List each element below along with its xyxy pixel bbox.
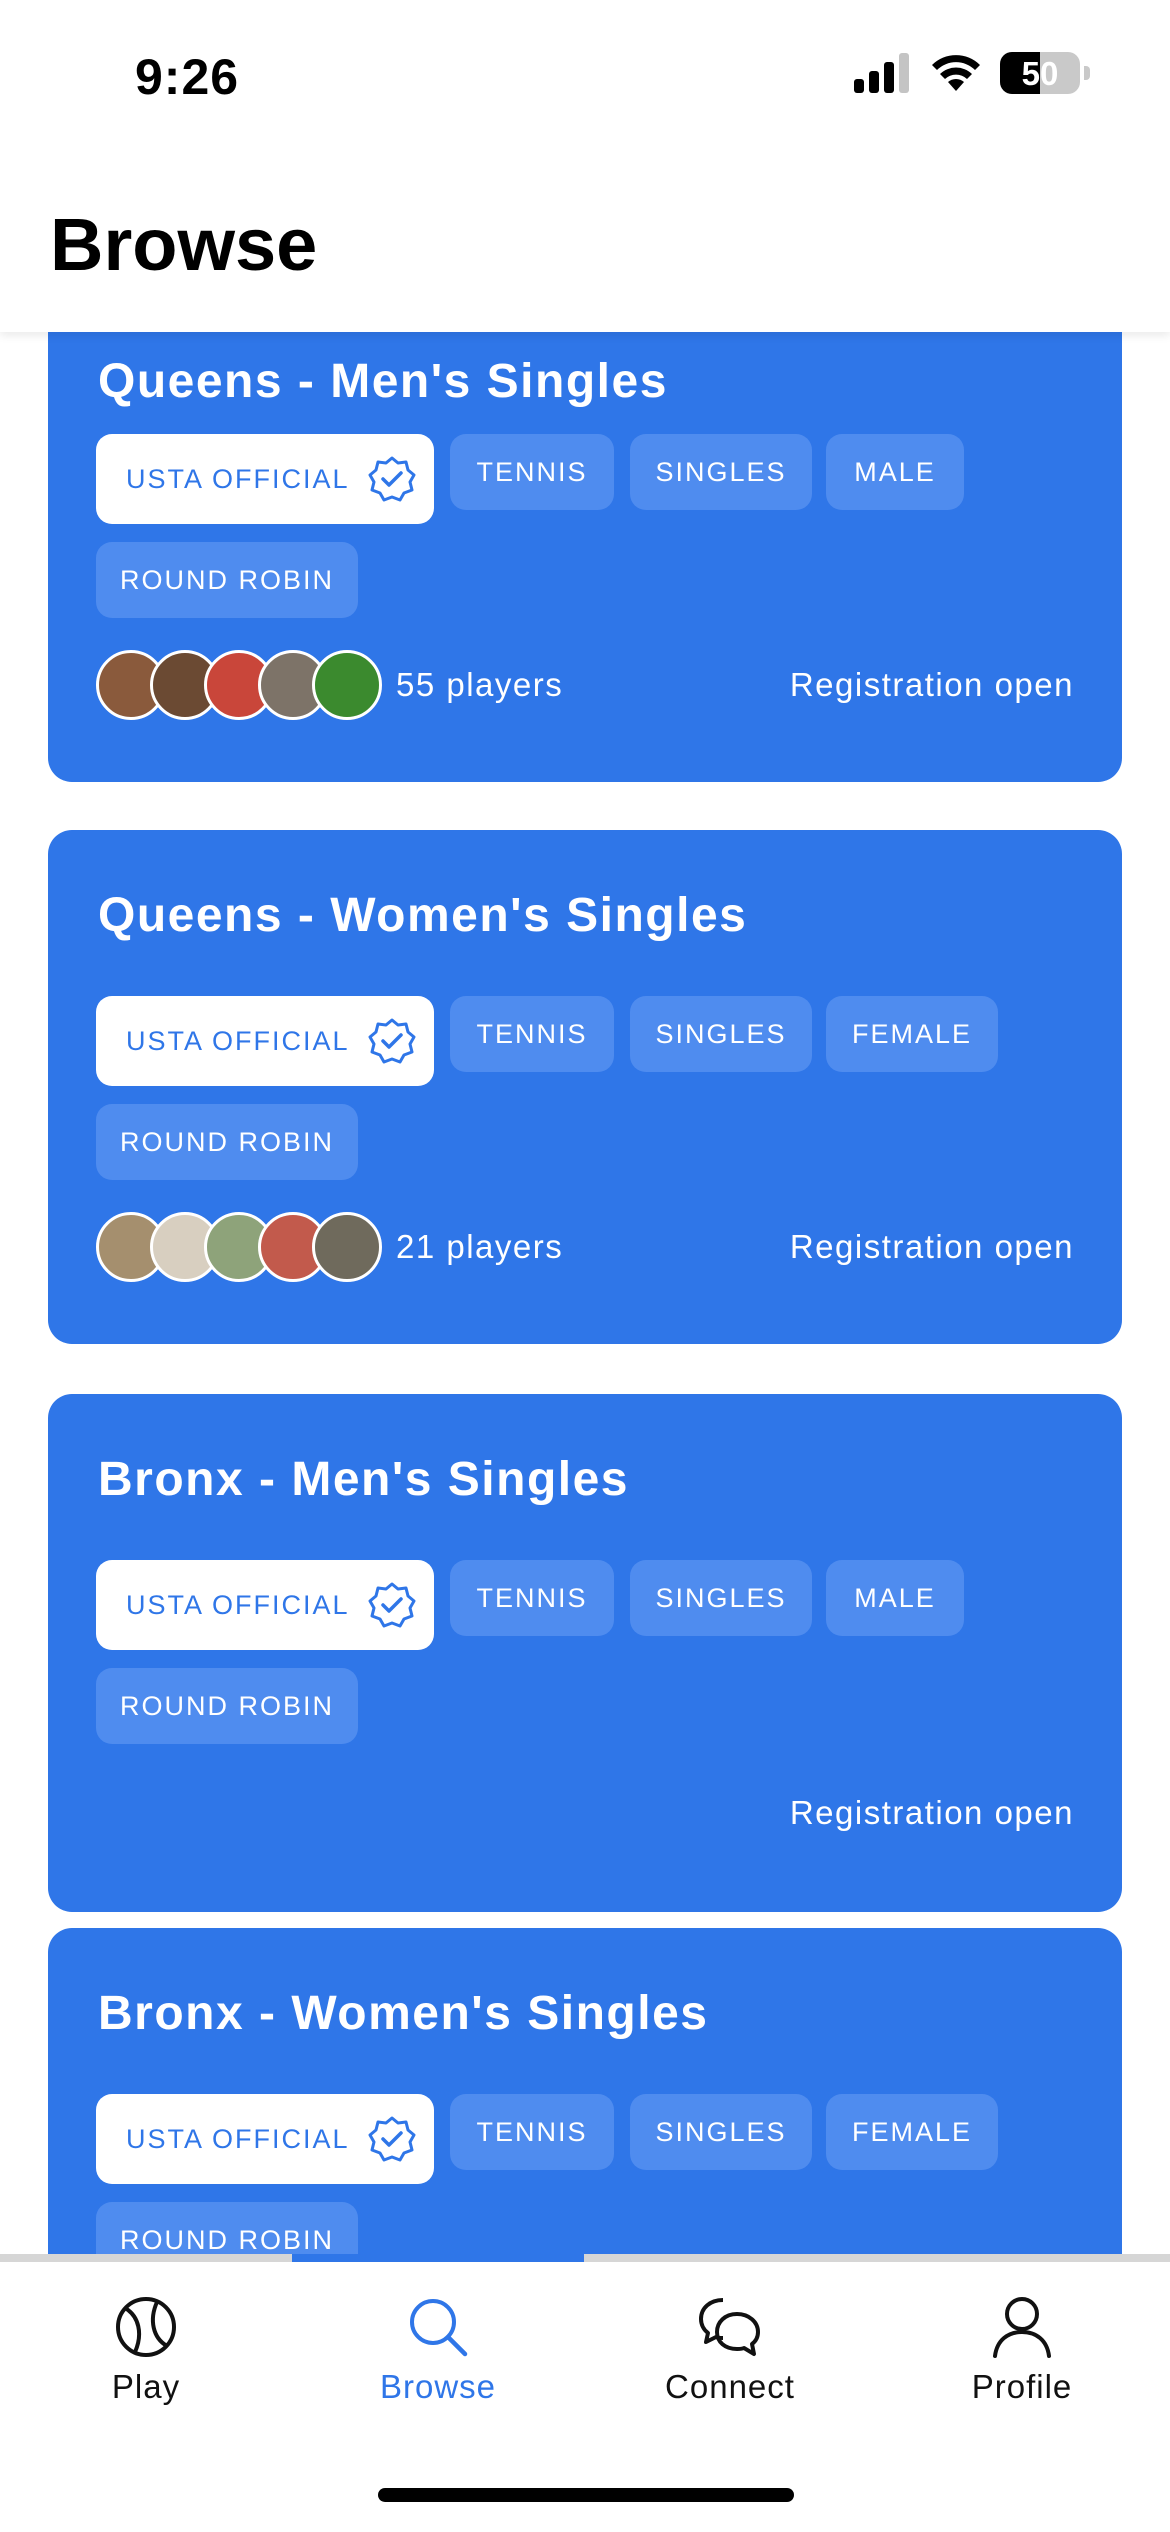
verified-badge-icon: [368, 456, 416, 502]
search-icon: [410, 2299, 468, 2357]
tag-sport: TENNIS: [450, 1560, 614, 1636]
tab-label: Play: [111, 2368, 181, 2405]
league-card[interactable]: Queens - Women's Singles USTA OFFICIAL T…: [48, 830, 1122, 1344]
tab-play[interactable]: Play: [0, 2294, 292, 2406]
tag-format: SINGLES: [630, 2094, 812, 2170]
league-title: Queens - Men's Singles: [98, 355, 668, 408]
tag-type: ROUND ROBIN: [96, 542, 358, 618]
league-title: Bronx - Men's Singles: [98, 1453, 629, 1506]
registration-status: Registration open: [789, 666, 1074, 703]
league-card[interactable]: Bronx - Women's Singles USTA OFFICIAL TE…: [48, 1928, 1122, 2254]
tag-sport: TENNIS: [450, 434, 614, 510]
players-count: 21 players: [396, 1228, 564, 1265]
browse-list[interactable]: Queens - Men's Singles USTA OFFICIAL TEN…: [0, 332, 1170, 2254]
verified-badge-icon: [368, 1582, 416, 1628]
wifi-icon: [932, 55, 980, 91]
status-bar: 9:26 50: [0, 0, 1170, 150]
tab-label: Browse: [379, 2368, 497, 2405]
tab-label: Profile: [971, 2368, 1073, 2405]
tab-browse[interactable]: Browse: [292, 2294, 584, 2406]
home-indicator[interactable]: [378, 2488, 794, 2502]
avatar: [312, 1212, 382, 1282]
cellular-signal-icon: [854, 53, 909, 93]
chat-bubbles-icon: [699, 2298, 760, 2356]
official-label: USTA OFFICIAL: [126, 1025, 350, 1056]
avatar: [312, 650, 382, 720]
league-title: Bronx - Women's Singles: [98, 1987, 709, 2040]
battery-level: 50: [1021, 55, 1059, 92]
verified-badge-icon: [368, 1018, 416, 1064]
usta-official-badge: USTA OFFICIAL: [96, 434, 434, 524]
league-title: Queens - Women's Singles: [98, 889, 748, 942]
tennis-ball-icon: [116, 2297, 176, 2357]
official-label: USTA OFFICIAL: [126, 1589, 350, 1620]
players-row[interactable]: 55 players: [96, 650, 563, 720]
battery-icon: 50: [1000, 52, 1080, 94]
tag-sport: TENNIS: [450, 996, 614, 1072]
tag-type: ROUND ROBIN: [96, 2202, 358, 2254]
league-card[interactable]: Queens - Men's Singles USTA OFFICIAL TEN…: [48, 332, 1122, 782]
tag-format: SINGLES: [630, 996, 812, 1072]
status-icons: 50: [854, 52, 1090, 94]
registration-status: Registration open: [789, 1228, 1074, 1265]
tag-gender: MALE: [826, 1560, 964, 1636]
tag-gender: FEMALE: [826, 2094, 998, 2170]
usta-official-badge: USTA OFFICIAL: [96, 1560, 434, 1650]
usta-official-badge: USTA OFFICIAL: [96, 996, 434, 1086]
usta-official-badge: USTA OFFICIAL: [96, 2094, 434, 2184]
page-header: Browse: [0, 150, 1170, 332]
tab-indicator-track: [0, 2254, 1170, 2262]
tag-type: ROUND ROBIN: [96, 1104, 358, 1180]
players-row[interactable]: 21 players: [96, 1212, 563, 1282]
tag-gender: FEMALE: [826, 996, 998, 1072]
tab-profile[interactable]: Profile: [876, 2294, 1168, 2406]
person-icon: [993, 2297, 1051, 2358]
tag-sport: TENNIS: [450, 2094, 614, 2170]
verified-badge-icon: [368, 2116, 416, 2162]
registration-status: Registration open: [789, 1794, 1074, 1831]
page-title: Browse: [50, 203, 318, 286]
tab-indicator: [292, 2254, 584, 2262]
league-card[interactable]: Bronx - Men's Singles USTA OFFICIAL TENN…: [48, 1394, 1122, 1912]
status-time: 9:26: [135, 49, 240, 105]
tag-gender: MALE: [826, 434, 964, 510]
official-label: USTA OFFICIAL: [126, 2123, 350, 2154]
tab-label: Connect: [665, 2368, 795, 2405]
players-count: 55 players: [396, 666, 564, 703]
tag-format: SINGLES: [630, 1560, 812, 1636]
official-label: USTA OFFICIAL: [126, 463, 350, 494]
tag-type: ROUND ROBIN: [96, 1668, 358, 1744]
tab-connect[interactable]: Connect: [584, 2294, 876, 2406]
tag-format: SINGLES: [630, 434, 812, 510]
